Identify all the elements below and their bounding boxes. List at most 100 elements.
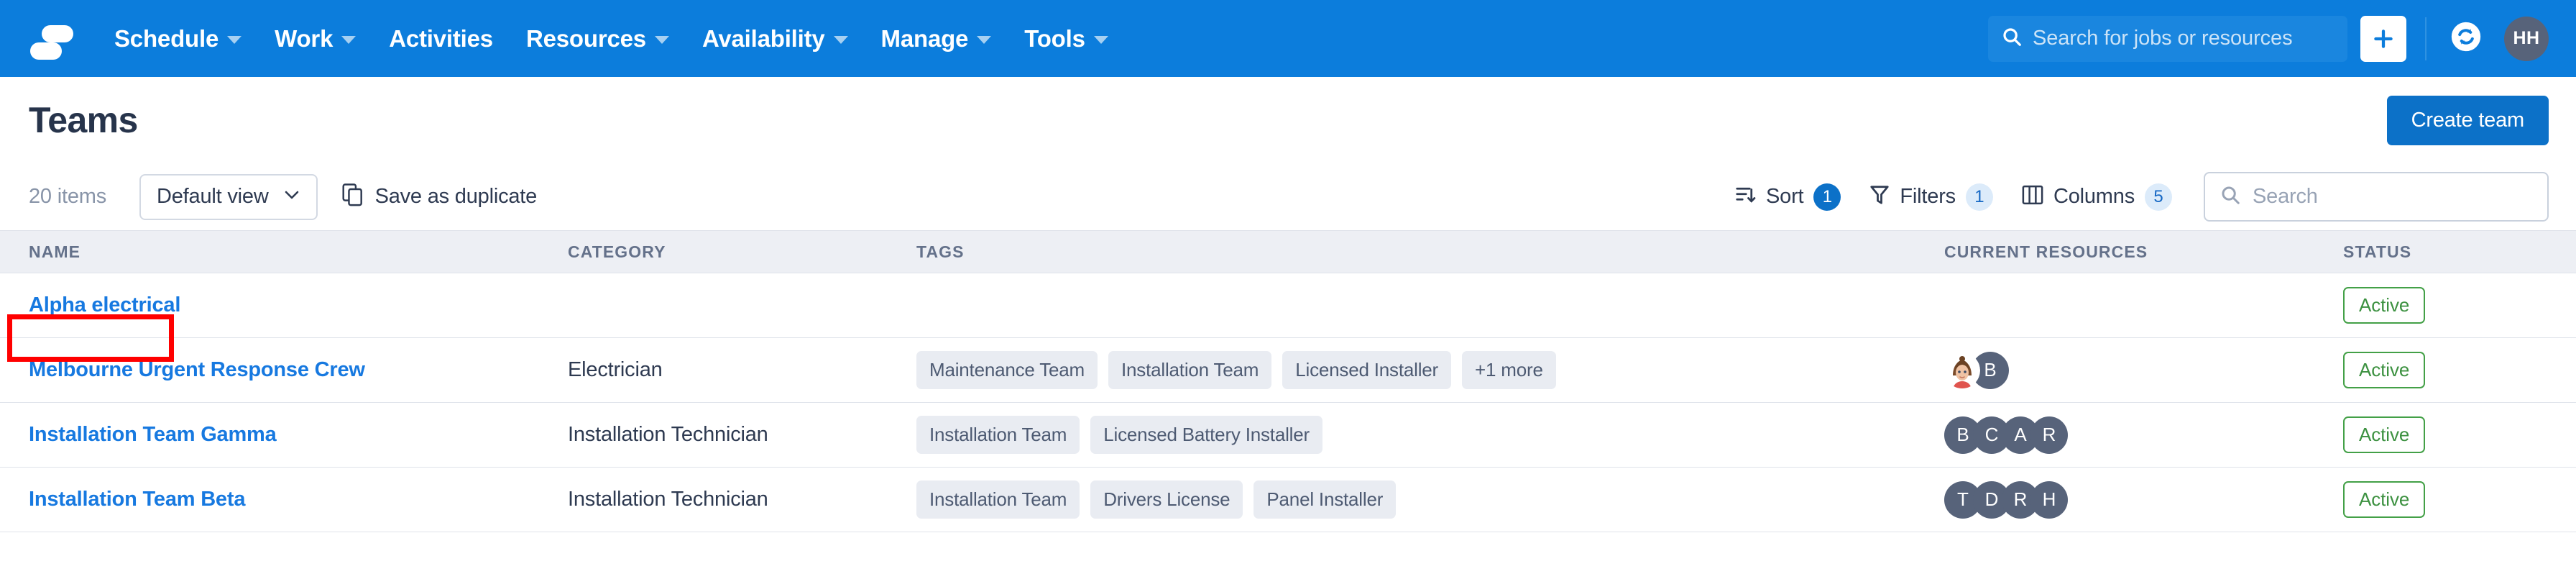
table-header-row: NAME CATEGORY TAGS CURRENT RESOURCES STA… — [0, 230, 2576, 273]
columns-badge: 5 — [2145, 183, 2172, 211]
tag-chip[interactable]: Installation Team — [916, 480, 1080, 519]
tag-chip[interactable]: Installation Team — [1108, 351, 1272, 389]
tag-chip[interactable]: Licensed Installer — [1282, 351, 1451, 389]
skedulo-logo-icon[interactable] — [29, 17, 73, 61]
page-header: Teams Create team — [0, 77, 2576, 163]
chevron-down-icon — [654, 36, 669, 44]
plus-icon — [2371, 27, 2396, 51]
team-name-link[interactable]: Melbourne Urgent Response Crew — [29, 358, 365, 382]
tag-list: Installation Team Licensed Battery Instal… — [916, 416, 1322, 454]
sort-badge: 1 — [1813, 183, 1841, 211]
create-team-button[interactable]: Create team — [2386, 95, 2549, 145]
list-search-placeholder: Search — [2253, 185, 2318, 208]
nav-item-label: Manage — [880, 25, 969, 52]
nav-item-work[interactable]: Work — [258, 0, 372, 77]
status-badge: Active — [2343, 287, 2426, 324]
sync-icon — [2450, 21, 2482, 56]
resource-avatar-initial[interactable]: R — [2030, 416, 2068, 454]
chevron-down-icon — [227, 36, 242, 44]
column-header-status[interactable]: STATUS — [2343, 242, 2576, 262]
app-root: Schedule Work Activities Resources Availabil… — [0, 0, 2576, 574]
user-avatar[interactable]: HH — [2504, 16, 2549, 61]
nav-item-label: Work — [275, 25, 334, 52]
nav-item-label: Tools — [1024, 25, 1085, 52]
nav-divider — [2425, 17, 2426, 60]
tag-list: Installation Team Drivers License Panel In… — [916, 480, 1397, 519]
sort-icon — [1734, 184, 1756, 209]
sort-button[interactable]: Sort 1 — [1720, 174, 1855, 220]
column-header-resources[interactable]: CURRENT RESOURCES — [1944, 242, 2343, 262]
filters-badge: 1 — [1965, 183, 1993, 211]
tag-more-chip[interactable]: +1 more — [1462, 351, 1556, 389]
list-search-input[interactable]: Search — [2204, 172, 2549, 222]
table-row[interactable]: Alpha electrical Active — [0, 273, 2576, 338]
nav-item-schedule[interactable]: Schedule — [98, 0, 258, 77]
nav-item-label: Resources — [525, 25, 646, 52]
tag-chip[interactable]: Installation Team — [916, 416, 1080, 454]
nav-item-activities[interactable]: Activities — [372, 0, 510, 77]
columns-button[interactable]: Columns 5 — [2007, 174, 2186, 220]
column-header-category[interactable]: CATEGORY — [568, 242, 916, 262]
table-row[interactable]: Melbourne Urgent Response Crew Electricia… — [0, 338, 2576, 403]
tag-chip[interactable]: Panel Installer — [1254, 480, 1397, 519]
tag-chip[interactable]: Drivers License — [1090, 480, 1243, 519]
chevron-down-icon — [1093, 36, 1108, 44]
global-search-input[interactable]: Search for jobs or resources — [1988, 15, 2347, 62]
team-name-link[interactable]: Alpha electrical — [29, 293, 180, 317]
sync-button[interactable] — [2445, 18, 2487, 60]
page-title: Teams — [29, 100, 138, 140]
primary-nav-links: Schedule Work Activities Resources Availabil… — [98, 0, 1125, 77]
filters-label: Filters — [1900, 185, 1956, 208]
chevron-down-icon — [283, 189, 300, 204]
team-category: Installation Technician — [568, 488, 768, 511]
resource-avatar-group: B — [1944, 351, 2009, 389]
nav-right-cluster: Search for jobs or resources HH — [1988, 15, 2549, 62]
chevron-down-icon — [977, 36, 992, 44]
view-selector-label: Default view — [157, 185, 269, 208]
chevron-down-icon — [833, 36, 848, 44]
columns-icon — [2022, 185, 2043, 209]
team-name-link[interactable]: Installation Team Gamma — [29, 423, 277, 447]
team-category: Installation Technician — [568, 423, 768, 446]
team-name-link[interactable]: Installation Team Beta — [29, 488, 245, 511]
status-badge: Active — [2343, 416, 2426, 453]
sort-label: Sort — [1766, 185, 1804, 208]
nav-item-availability[interactable]: Availability — [686, 0, 865, 77]
team-category: Electrician — [568, 358, 663, 381]
duplicate-icon — [342, 183, 364, 210]
nav-item-manage[interactable]: Manage — [865, 0, 1008, 77]
table-body: Alpha electrical Active Melbourne Urgent R… — [0, 273, 2576, 532]
resource-avatar-initial[interactable]: H — [2030, 480, 2068, 519]
save-as-duplicate-button[interactable]: Save as duplicate — [342, 183, 538, 210]
tag-chip[interactable]: Licensed Battery Installer — [1090, 416, 1322, 454]
nav-item-resources[interactable]: Resources — [510, 0, 686, 77]
column-header-tags[interactable]: TAGS — [916, 242, 1944, 262]
status-badge: Active — [2343, 352, 2426, 388]
resource-avatar-group: TDRH — [1944, 480, 2068, 519]
nav-item-label: Schedule — [114, 25, 219, 52]
filters-button[interactable]: Filters 1 — [1855, 174, 2007, 220]
resource-avatar-group: BCAR — [1944, 416, 2068, 454]
filter-icon — [1869, 184, 1890, 209]
table-row[interactable]: Installation Team Beta Installation Techn… — [0, 468, 2576, 532]
status-badge: Active — [2343, 481, 2426, 518]
items-count-label: 20 items — [29, 185, 106, 208]
toolbar-right-cluster: Sort 1 Filters 1 Columns 5 Search — [1720, 172, 2549, 222]
column-header-name[interactable]: NAME — [0, 242, 568, 262]
resource-avatar-photo[interactable] — [1944, 352, 1980, 388]
nav-item-tools[interactable]: Tools — [1008, 0, 1125, 77]
top-navigation-bar: Schedule Work Activities Resources Availabil… — [0, 0, 2576, 77]
search-icon — [2001, 26, 2023, 51]
nav-item-label: Activities — [389, 25, 493, 52]
search-icon — [2220, 184, 2241, 209]
create-new-button[interactable] — [2360, 15, 2406, 62]
tag-list: Maintenance Team Installation Team License… — [916, 351, 1556, 389]
columns-label: Columns — [2053, 185, 2135, 208]
teams-table: NAME CATEGORY TAGS CURRENT RESOURCES STA… — [0, 230, 2576, 532]
table-row[interactable]: Installation Team Gamma Installation Tech… — [0, 403, 2576, 468]
view-selector-dropdown[interactable]: Default view — [139, 173, 318, 220]
list-toolbar: 20 items Default view Save as duplicate — [0, 163, 2576, 230]
save-as-duplicate-label: Save as duplicate — [374, 185, 538, 208]
chevron-down-icon — [341, 36, 356, 44]
tag-chip[interactable]: Maintenance Team — [916, 351, 1098, 389]
